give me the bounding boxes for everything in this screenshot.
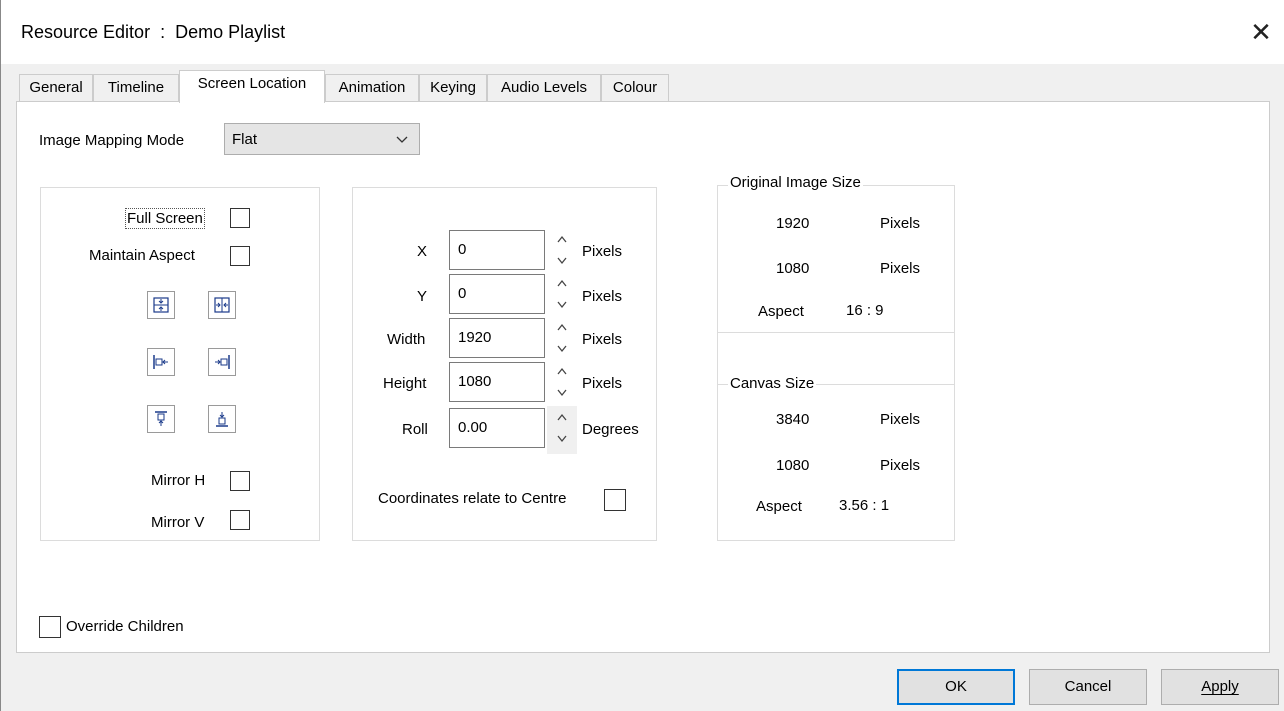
chevron-up-icon bbox=[557, 279, 567, 287]
roll-spinner[interactable] bbox=[547, 406, 577, 454]
y-label: Y bbox=[417, 288, 428, 305]
roll-unit: Degrees bbox=[582, 421, 639, 438]
section-divider bbox=[718, 332, 954, 333]
center-horizontal-button[interactable] bbox=[208, 291, 236, 319]
center-horizontal-icon bbox=[214, 297, 230, 313]
full-screen-label: Full Screen bbox=[125, 208, 205, 229]
canvas-aspect-label: Aspect bbox=[756, 498, 802, 515]
coordinates-centre-checkbox[interactable] bbox=[604, 489, 626, 511]
title-bar: Resource Editor : Demo Playlist ✕ bbox=[1, 0, 1284, 64]
height-unit: Pixels bbox=[582, 375, 623, 392]
x-input[interactable]: 0 bbox=[449, 230, 545, 270]
align-bottom-icon bbox=[216, 412, 228, 427]
center-vertical-icon bbox=[153, 297, 169, 313]
mirror-v-label: Mirror V bbox=[151, 514, 205, 531]
cancel-button[interactable]: Cancel bbox=[1029, 669, 1147, 705]
image-mapping-mode-select[interactable]: Flat bbox=[224, 123, 420, 155]
original-aspect-value: 16 : 9 bbox=[846, 302, 884, 319]
resource-editor-window: Resource Editor : Demo Playlist ✕ Genera… bbox=[0, 0, 1284, 711]
x-spinner[interactable] bbox=[547, 228, 577, 276]
roll-input[interactable]: 0.00 bbox=[449, 408, 545, 448]
tab-timeline[interactable]: Timeline bbox=[93, 74, 179, 102]
tab-general[interactable]: General bbox=[19, 74, 93, 102]
chevron-up-icon bbox=[557, 323, 567, 331]
height-spinner[interactable] bbox=[547, 360, 577, 408]
canvas-width-unit: Pixels bbox=[880, 411, 921, 428]
mirror-h-checkbox[interactable] bbox=[230, 471, 250, 491]
width-spinner[interactable] bbox=[547, 316, 577, 364]
tab-audio-levels[interactable]: Audio Levels bbox=[487, 74, 601, 102]
tab-keying[interactable]: Keying bbox=[419, 74, 487, 102]
chevron-down-icon bbox=[396, 136, 408, 143]
chevron-down-icon bbox=[557, 435, 567, 443]
height-label: Height bbox=[383, 375, 427, 392]
align-bottom-button[interactable] bbox=[208, 405, 236, 433]
canvas-width-value: 3840 bbox=[776, 411, 810, 428]
size-info-group: Original Image Size 1920 Pixels 1080 Pix… bbox=[717, 174, 955, 541]
image-mapping-mode-value: Flat bbox=[232, 131, 258, 148]
title-playlist-name: Demo Playlist bbox=[175, 22, 286, 42]
align-top-button[interactable] bbox=[147, 405, 175, 433]
tab-strip: General Timeline Screen Location Animati… bbox=[1, 64, 1284, 103]
full-screen-checkbox[interactable] bbox=[230, 208, 250, 228]
layout-options-group: Full Screen Maintain Aspect Mirror H Mir… bbox=[40, 187, 320, 541]
canvas-size-legend: Canvas Size bbox=[728, 375, 817, 392]
roll-label: Roll bbox=[402, 421, 428, 438]
chevron-up-icon bbox=[557, 367, 567, 375]
ok-button[interactable]: OK bbox=[897, 669, 1015, 705]
mirror-h-label: Mirror H bbox=[151, 472, 206, 489]
align-left-button[interactable] bbox=[147, 348, 175, 376]
override-children-checkbox[interactable] bbox=[39, 616, 61, 638]
apply-button[interactable]: Apply bbox=[1161, 669, 1279, 705]
original-image-size-legend: Original Image Size bbox=[728, 174, 863, 191]
coordinates-centre-label: Coordinates relate to Centre bbox=[378, 490, 567, 507]
screen-location-panel: Image Mapping Mode Flat Full Screen Main… bbox=[16, 101, 1270, 653]
align-right-button[interactable] bbox=[208, 348, 236, 376]
tab-screen-location[interactable]: Screen Location bbox=[179, 70, 325, 103]
y-spinner[interactable] bbox=[547, 272, 577, 320]
canvas-height-value: 1080 bbox=[776, 457, 810, 474]
tab-animation[interactable]: Animation bbox=[325, 74, 419, 102]
y-unit: Pixels bbox=[582, 288, 623, 305]
chevron-up-icon bbox=[557, 413, 567, 421]
height-input[interactable]: 1080 bbox=[449, 362, 545, 402]
close-icon[interactable]: ✕ bbox=[1243, 14, 1279, 50]
y-input[interactable]: 0 bbox=[449, 274, 545, 314]
center-vertical-button[interactable] bbox=[147, 291, 175, 319]
window-title: Resource Editor : Demo Playlist bbox=[21, 22, 285, 43]
original-aspect-label: Aspect bbox=[758, 303, 804, 320]
canvas-height-unit: Pixels bbox=[880, 457, 921, 474]
width-label: Width bbox=[387, 331, 426, 348]
maintain-aspect-checkbox[interactable] bbox=[230, 246, 250, 266]
align-left-icon bbox=[153, 355, 168, 369]
x-unit: Pixels bbox=[582, 243, 623, 260]
original-height-value: 1080 bbox=[776, 260, 810, 277]
width-unit: Pixels bbox=[582, 331, 623, 348]
mirror-v-checkbox[interactable] bbox=[230, 510, 250, 530]
position-size-group: X 0 Pixels Y 0 Pixels Width 1920 Pixels bbox=[352, 187, 657, 541]
x-label: X bbox=[417, 243, 428, 260]
title-separator: : bbox=[160, 22, 166, 42]
align-top-icon bbox=[155, 411, 167, 426]
original-height-unit: Pixels bbox=[880, 260, 921, 277]
chevron-down-icon bbox=[557, 389, 567, 397]
override-children-label: Override Children bbox=[66, 618, 184, 635]
image-mapping-mode-label: Image Mapping Mode bbox=[39, 132, 185, 149]
original-width-value: 1920 bbox=[776, 215, 810, 232]
tab-colour[interactable]: Colour bbox=[601, 74, 669, 102]
chevron-up-icon bbox=[557, 235, 567, 243]
title-prefix: Resource Editor bbox=[21, 22, 151, 42]
maintain-aspect-label: Maintain Aspect bbox=[89, 247, 195, 264]
canvas-aspect-value: 3.56 : 1 bbox=[839, 497, 890, 514]
original-width-unit: Pixels bbox=[880, 215, 921, 232]
width-input[interactable]: 1920 bbox=[449, 318, 545, 358]
align-right-icon bbox=[215, 355, 230, 369]
